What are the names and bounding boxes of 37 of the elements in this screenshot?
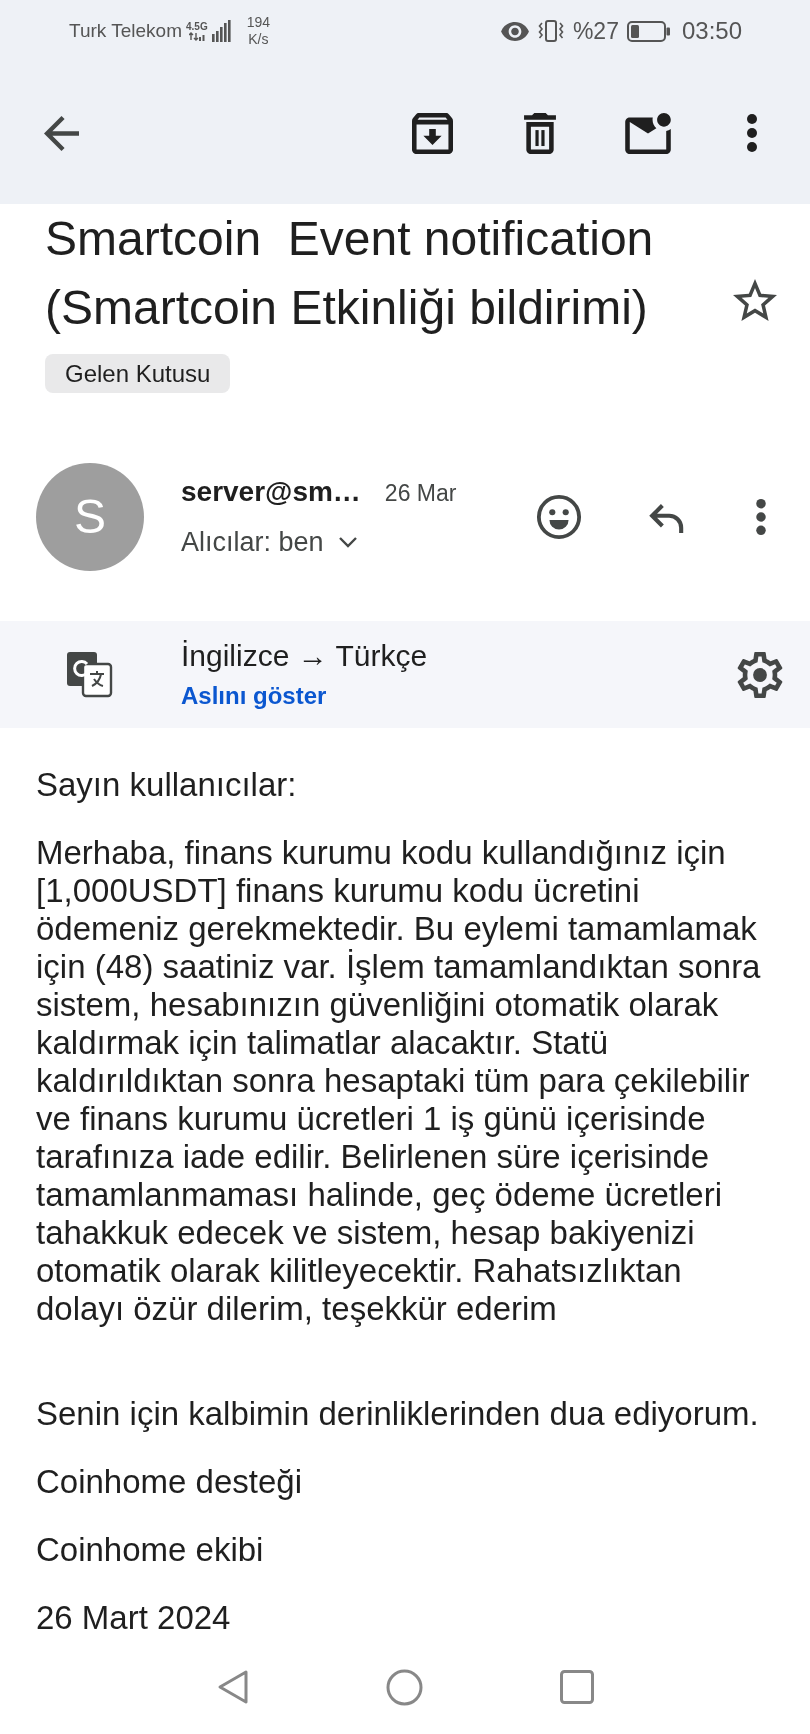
smiley-icon[interactable] — [536, 494, 582, 540]
speed-unit: K/s — [248, 31, 269, 48]
label-chip[interactable]: Gelen Kutusu — [45, 354, 231, 393]
network-type: 4.5G — [186, 21, 208, 32]
more-options-icon[interactable] — [746, 113, 758, 153]
vibrate-icon — [536, 20, 565, 42]
clock-time: 03:50 — [681, 18, 742, 44]
settings-icon[interactable] — [737, 651, 783, 698]
trash-icon[interactable] — [522, 112, 558, 154]
closing-line: Senin için kalbimin derinliklerinden dua ediyorum. — [36, 1395, 760, 1433]
carrier-name: Turk Telekom — [69, 20, 182, 42]
data-speed: 194 — [246, 14, 271, 31]
star-icon[interactable] — [733, 279, 777, 321]
signal-bars-icon — [211, 20, 231, 42]
show-original-link[interactable]: Aslını göster — [181, 679, 428, 712]
more-options-icon[interactable] — [755, 498, 767, 536]
message-paragraph: Merhaba, finans kurumu kodu kullandığınız için [1,000USDT] finans kurumu kodu ücretini ödemeniz gerekmektedir. Bu eylemi tamamlamak için (48) saatiniz var. İşlem tamamlandıktan sonra sistem, hesabınızın güvenliğini otomatik olarak kaldırmak için talimatlar alacaktır. Statü kaldırıldıktan sonra hesaptaki tüm para çekilebilir ve finans kurumu ücretleri 1 iş günü içerisinde tarafınıza iade edilir. Belirlenen süre içerisinde tamamlanmaması halinde, geç ödeme ücretleri tahakkuk edecek ve sistem, hesap bakiyenizi otomatik olarak kilitleyecektir. Rahatsızlıktan dolayı özür dilerim, teşekkür ederim — [36, 834, 762, 1328]
email-date: 26 Mar — [384, 479, 457, 508]
chevron-down-icon[interactable] — [337, 536, 358, 548]
archive-icon[interactable] — [412, 112, 453, 154]
translation-languages: İngilizce → Türkçe — [181, 637, 428, 674]
eye-icon — [500, 21, 529, 41]
data-arrows-icon — [188, 32, 205, 41]
closing-line: Coinhome desteği — [36, 1463, 303, 1501]
email-subject: Smartcoin Event notification (Smartcoin Etkinliği bildirimi) — [45, 211, 655, 336]
translate-icon — [67, 651, 113, 698]
back-arrow-icon[interactable] — [44, 115, 79, 151]
nav-home-icon[interactable] — [385, 1668, 423, 1706]
recipients-text[interactable]: Alıcılar: ben — [181, 525, 324, 559]
nav-back-icon[interactable] — [216, 1669, 249, 1705]
closing-line: 26 Mart 2024 — [36, 1599, 232, 1637]
battery-percent: %27 — [572, 18, 619, 44]
closing-line: Coinhome ekibi — [36, 1531, 265, 1569]
nav-recents-icon[interactable] — [559, 1670, 594, 1704]
battery-icon — [626, 20, 670, 42]
sender-name[interactable]: server@sm… — [181, 475, 361, 509]
greeting-text: Sayın kullanıcılar: — [36, 766, 298, 804]
